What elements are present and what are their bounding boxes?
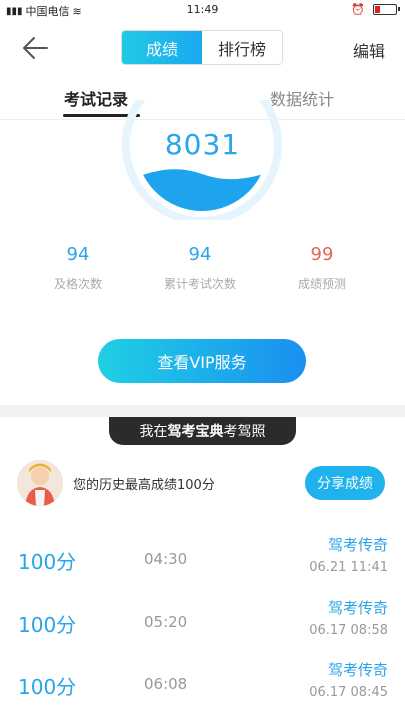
nav-bar: 成绩 排行榜 编辑 — [0, 22, 405, 74]
stat-label: 及格次数 — [53, 277, 102, 291]
segment-score[interactable]: 成绩 — [122, 31, 202, 64]
record-date: 06.21 11:41 — [309, 560, 388, 575]
stat-total-exams: 94 累计考试次数 — [140, 244, 260, 292]
record-date: 06.17 08:58 — [309, 623, 388, 638]
record-title: 驾考传奇 — [327, 661, 388, 679]
record-title: 驾考传奇 — [327, 599, 388, 617]
record-row[interactable]: 100分 06:08 驾考传奇 06.17 08:45 — [0, 659, 405, 720]
back-arrow-icon[interactable] — [22, 36, 48, 60]
stat-value: 94 — [66, 244, 90, 265]
status-time: 11:49 — [186, 3, 219, 16]
view-vip-button[interactable]: 查看VIP服务 — [98, 339, 306, 383]
record-title: 驾考传奇 — [327, 536, 388, 554]
stat-label: 累计考试次数 — [163, 277, 236, 291]
battery-icon — [373, 4, 400, 15]
promo-brand: 驾考宝典 — [167, 424, 224, 440]
record-duration: 05:20 — [144, 613, 188, 631]
promo-suffix: 考驾照 — [223, 424, 266, 440]
status-bar: ▮▮▮ 中国电信 ≋ 11:49 ⏰ — [0, 0, 405, 20]
stat-prediction: 99 成绩预测 — [262, 244, 382, 292]
record-score: 100分 — [18, 675, 77, 699]
share-score-button[interactable]: 分享成绩 — [305, 466, 385, 500]
record-score: 100分 — [18, 613, 77, 637]
record-row[interactable]: 100分 05:20 驾考传奇 06.17 08:58 — [0, 597, 405, 659]
record-row[interactable]: 100分 04:30 驾考传奇 06.21 11:41 — [0, 534, 405, 596]
stat-label: 成绩预测 — [297, 277, 346, 291]
stat-pass-count: 94 及格次数 — [18, 244, 138, 292]
segmented-control: 成绩 排行榜 — [121, 30, 283, 65]
avatar-image — [17, 460, 63, 506]
record-date: 06.17 08:45 — [309, 685, 388, 700]
status-right: ⏰ — [351, 3, 400, 16]
avatar — [17, 460, 63, 506]
score-value: 8031 — [164, 128, 241, 161]
edit-button[interactable]: 编辑 — [353, 38, 385, 62]
record-duration: 06:08 — [144, 675, 188, 693]
stat-value: 94 — [188, 244, 212, 265]
stat-value: 99 — [310, 244, 334, 265]
record-duration: 04:30 — [144, 550, 188, 568]
best-score-text: 您的历史最高成绩100分 — [73, 478, 215, 493]
section-divider — [0, 405, 405, 417]
alarm-icon: ⏰ — [351, 3, 365, 16]
promo-prefix: 我在 — [139, 424, 168, 440]
record-score: 100分 — [18, 550, 77, 574]
segment-ranking[interactable]: 排行榜 — [202, 31, 282, 64]
promo-banner: 我在 驾考宝典 考驾照 — [109, 417, 296, 445]
